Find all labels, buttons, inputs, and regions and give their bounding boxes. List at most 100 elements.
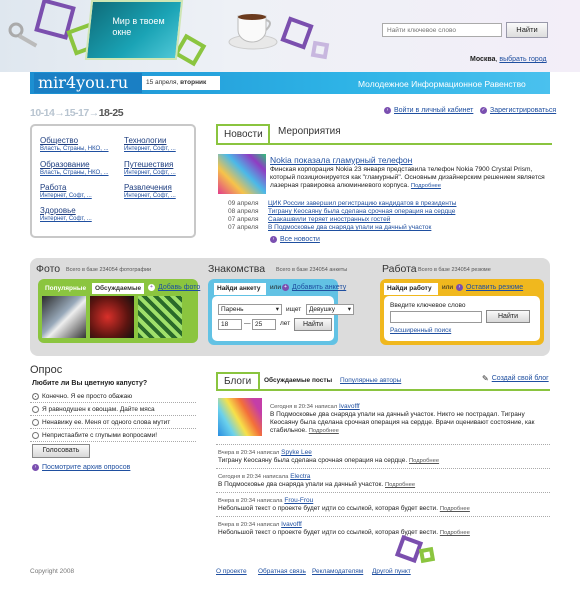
meet-title: Знакомства: [208, 263, 266, 275]
post-more-link[interactable]: Подробнее: [409, 458, 439, 464]
vote-button[interactable]: Голосовать: [32, 444, 90, 458]
tab-discussed[interactable]: Обсуждаемые: [92, 283, 145, 294]
news-item: 08 апреля Тиграну Кеосаяну была сделана с…: [228, 208, 455, 215]
search-input[interactable]: [382, 23, 502, 37]
photo-thumb[interactable]: [138, 296, 182, 338]
age-18-25[interactable]: 18-25: [99, 107, 124, 119]
blog-post: Вчера в 20:34 написал Spyke Lee Тиграну К…: [218, 449, 498, 465]
age-10-14[interactable]: 10-14: [30, 107, 55, 119]
news-link[interactable]: Тиграну Кеосаяну была сделана срочная оп…: [268, 208, 455, 215]
job-keyword-label: Введите ключевое слово: [390, 302, 466, 309]
divider: [216, 516, 550, 517]
meet-search-button[interactable]: Найти: [294, 318, 332, 331]
chevron-down-icon: ▾: [347, 306, 351, 313]
category-sub: Власть, Страны, НКО, ...: [40, 170, 109, 176]
poll-option[interactable]: Я равнодушен к овощам. Дайте мяса: [30, 404, 196, 416]
category-travel[interactable]: Путешествия Интернет, Софт, ...: [124, 160, 204, 176]
tab-blogs[interactable]: Блоги: [216, 372, 260, 390]
poll-option[interactable]: Непристаабите с глупыми вопросами!: [30, 430, 196, 442]
poll-option[interactable]: Конечно. Я ее просто обажаю: [30, 391, 196, 403]
gender-select[interactable]: Парень ▾: [218, 304, 282, 315]
divider: [216, 143, 552, 145]
category-sub: Интернет, Софт, ...: [124, 193, 176, 199]
post-author[interactable]: Spyke Lee: [281, 449, 312, 456]
news-image[interactable]: [218, 154, 266, 194]
footer-link-advertisers[interactable]: Рекламодателям: [312, 568, 363, 575]
job-search-button[interactable]: Найти: [486, 310, 530, 323]
blog-image[interactable]: [218, 398, 262, 436]
news-more-link[interactable]: Подробнее: [411, 183, 441, 189]
footer-link-other[interactable]: Другой пункт: [372, 568, 411, 575]
advanced-search-link[interactable]: Расширенный поиск: [390, 327, 451, 334]
plus-icon: +: [148, 284, 155, 291]
post-more-link[interactable]: Подробнее: [385, 482, 415, 488]
poll-option[interactable]: Ненавижу ее. Меня от одного слова мутит: [30, 417, 196, 429]
decor-square: [280, 16, 314, 50]
all-news-link[interactable]: › Все новости: [270, 236, 320, 243]
logo[interactable]: mir4you.ru: [34, 73, 142, 93]
category-society[interactable]: Общество Власть, Страны, НКО, ...: [40, 136, 120, 152]
target-gender-select[interactable]: Девушку ▾: [306, 304, 354, 315]
age-to-input[interactable]: 25: [252, 319, 276, 330]
category-work[interactable]: Работа Интернет, Софт, ...: [40, 183, 120, 199]
create-blog-link[interactable]: ✎ Создай свой блог: [482, 374, 549, 383]
all-news-label: Все новости: [280, 236, 320, 243]
post-verb: написала: [262, 474, 289, 480]
register-label: Зарегистрироваться: [490, 107, 557, 114]
footer-link-about[interactable]: О проекте: [216, 568, 247, 575]
age-from-input[interactable]: 18: [218, 319, 242, 330]
post-author[interactable]: Frou-Frou: [284, 497, 313, 504]
teaser-window: Мир в твоем окне: [84, 0, 184, 60]
tab-discussed-posts[interactable]: Обсуждаемые посты: [264, 377, 332, 384]
news-body: Финская корпорация Nokia 23 января предс…: [270, 166, 550, 190]
category-tech[interactable]: Технологии Интернет, Софт, ...: [124, 136, 204, 152]
post-author[interactable]: Ivavofff: [339, 403, 360, 410]
post-author[interactable]: Ivavofff: [281, 521, 302, 528]
add-photo-link[interactable]: + Добавь фото: [148, 284, 200, 291]
news-link[interactable]: В Подмосковье два снаряда упали на дачны…: [268, 224, 431, 231]
category-entertainment[interactable]: Развлечения Интернет, Софт, ...: [124, 183, 204, 199]
photo-thumb[interactable]: [42, 296, 86, 338]
post-more-link[interactable]: Подробнее: [440, 530, 470, 536]
register-link[interactable]: ✓ Зарегистрироваться: [480, 107, 556, 114]
option-label: Непристаабите с глупыми вопросами!: [42, 432, 158, 439]
tab-popular[interactable]: Популярные: [42, 283, 89, 294]
post-more-link[interactable]: Подробнее: [309, 428, 339, 434]
tab-events[interactable]: Мероприятия: [278, 126, 341, 137]
post-more-link[interactable]: Подробнее: [440, 506, 470, 512]
login-link[interactable]: › Войти в личный кабинет: [384, 107, 473, 114]
post-author[interactable]: Electra: [290, 473, 310, 480]
add-photo-label: Добавь фото: [158, 284, 201, 291]
footer-link-feedback[interactable]: Обратная связь: [258, 568, 306, 575]
news-link[interactable]: ЦИК России завершил регистрацию кандидат…: [268, 200, 456, 207]
category-education[interactable]: Образование Власть, Страны, НКО, ...: [40, 160, 120, 176]
or-text: или: [442, 284, 454, 291]
plus-icon: +: [282, 284, 289, 291]
add-profile-link[interactable]: + Добавить анкету: [282, 284, 346, 291]
tab-find-job[interactable]: Найди работу: [384, 283, 438, 295]
category-health[interactable]: Здоровье Интернет, Софт, ...: [40, 206, 120, 222]
change-city-link[interactable]: выбрать город: [499, 56, 546, 63]
news-headline[interactable]: Nokia показала гламурный телефон: [270, 155, 412, 165]
job-keyword-input[interactable]: [390, 311, 482, 323]
tab-news[interactable]: Новости: [216, 124, 270, 144]
search-button[interactable]: Найти: [506, 22, 548, 38]
news-item: 07 апреля Саакашвили теряет иностранных г…: [228, 216, 390, 223]
photo-thumb[interactable]: [90, 296, 134, 338]
photo-title: Фото: [36, 263, 61, 275]
tab-popular-authors[interactable]: Популярные авторы: [340, 377, 401, 384]
gender-value: Парень: [221, 306, 244, 313]
option-label: Я равнодушен к овощам. Дайте мяса: [42, 406, 155, 413]
add-resume-link[interactable]: › Оставить резюме: [456, 284, 523, 291]
tab-find-profile[interactable]: Найди анкету: [214, 283, 266, 295]
seeks-label: ищет: [286, 306, 302, 313]
category-title: Здоровье: [40, 206, 76, 215]
news-date: 09 апреля: [228, 200, 259, 207]
age-15-17[interactable]: 15-17: [64, 107, 89, 119]
news-item: 09 апреля ЦИК России завершил регистрацию…: [228, 200, 456, 207]
news-link[interactable]: Саакашвили теряет иностранных гостей: [268, 216, 390, 223]
poll-archive-link[interactable]: › Посмотрите архив опросов: [32, 464, 130, 471]
category-title: Образование: [40, 160, 90, 169]
poll-archive-label: Посмотрите архив опросов: [42, 464, 131, 471]
dash: —: [244, 320, 251, 327]
